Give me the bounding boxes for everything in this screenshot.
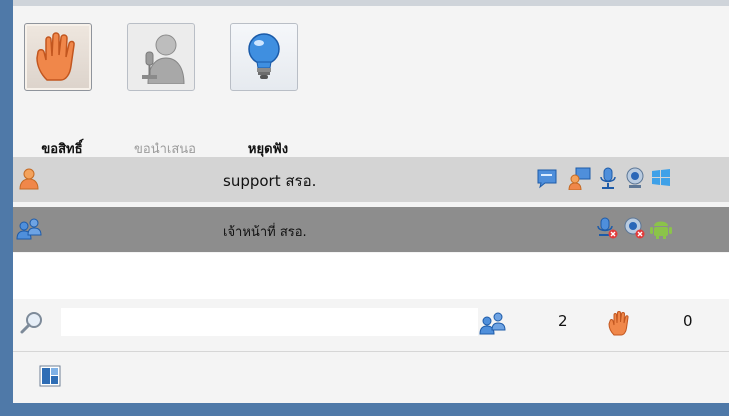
share-screen-icon[interactable] — [568, 166, 592, 190]
android-icon — [650, 221, 672, 239]
user-count: 2 — [558, 312, 568, 330]
participant-row[interactable]: support สรอ. — [13, 157, 729, 202]
participants-panel: ขอสิทธิ์ ขอนำเสนอ หยุดฟัง support สรอ. เ… — [13, 6, 729, 404]
participant-row[interactable]: เจ้าหน้าที่ สรอ. — [13, 207, 729, 252]
stop-listen-label: หยุดฟัง — [247, 142, 289, 157]
request-right-button[interactable]: ขอสิทธิ์ — [17, 20, 107, 157]
window-frame-bottom — [0, 403, 729, 416]
participant-name: เจ้าหน้าที่ สรอ. — [223, 225, 307, 240]
stop-listen-button[interactable]: หยุดฟัง — [223, 20, 313, 157]
raise-hand-icon — [36, 32, 75, 81]
stop-listen-box[interactable] — [230, 23, 298, 91]
raised-hand-count: 0 — [683, 312, 693, 330]
microphone-icon[interactable] — [598, 166, 618, 190]
present-button[interactable]: ขอนำเสนอ — [120, 20, 210, 157]
layout-toggle-icon[interactable] — [39, 365, 61, 387]
windows-icon — [652, 169, 670, 186]
user-count-icon — [479, 312, 506, 335]
search-icon[interactable] — [19, 310, 45, 336]
chat-icon[interactable] — [536, 166, 558, 190]
bottom-bar — [13, 351, 729, 404]
search-bar: 2 0 — [13, 299, 729, 349]
window-frame-left — [0, 0, 13, 416]
empty-list-area — [13, 253, 729, 299]
request-right-label: ขอสิทธิ์ — [41, 142, 83, 157]
presenter-icon — [142, 34, 185, 84]
webcam-off-icon[interactable] — [623, 216, 645, 240]
raised-hand-count-icon — [608, 311, 629, 336]
toolbar: ขอสิทธิ์ ขอนำเสนอ หยุดฟัง — [13, 6, 729, 157]
participant-name: support สรอ. — [223, 172, 317, 190]
present-label: ขอนำเสนอ — [134, 142, 196, 157]
microphone-muted-icon[interactable] — [596, 216, 618, 240]
present-box[interactable] — [127, 23, 195, 91]
webcam-icon[interactable] — [624, 166, 646, 190]
user-group-icon — [16, 218, 42, 240]
request-right-box[interactable] — [24, 23, 92, 91]
search-input[interactable] — [61, 308, 478, 336]
user-icon — [19, 168, 39, 190]
lightbulb-icon — [248, 33, 280, 79]
